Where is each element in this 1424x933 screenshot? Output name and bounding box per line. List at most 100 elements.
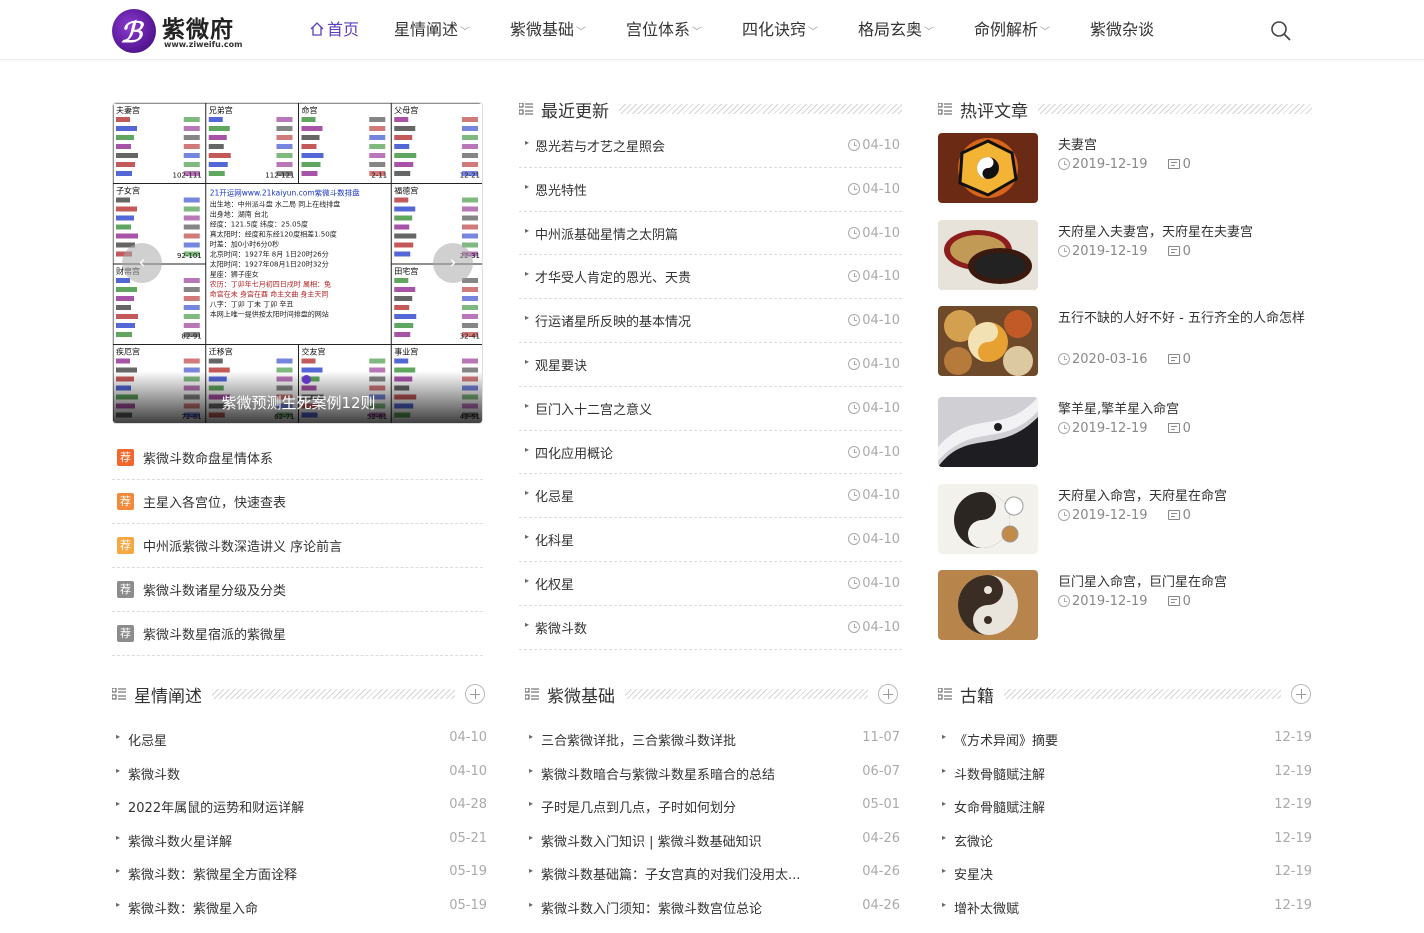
hot-article-item[interactable]: 天府星入命宫，天府星在命宫 2019-12-19 0 (938, 484, 1312, 556)
slider-prev-button[interactable]: ‹ (122, 243, 162, 283)
column-item-title[interactable]: 三合紫微详批，三合紫微斗数详批 (541, 730, 736, 749)
latest-item[interactable]: ▸ 巨门入十二宫之意义 04-10 (519, 387, 902, 431)
column-list-item[interactable]: ▸ 女命骨髓赋注解 12-19 (938, 789, 1312, 823)
latest-title[interactable]: 化科星 (535, 530, 574, 549)
latest-item[interactable]: ▸ 才华受人肯定的恩光、天贵 04-10 (519, 255, 902, 300)
article-thumbnail[interactable] (938, 306, 1038, 376)
column-list-item[interactable]: ▸ 增补太微赋 12-19 (938, 890, 1312, 924)
column-list-item[interactable]: ▸ 紫微斗数 04-10 (112, 756, 487, 790)
more-plus-icon[interactable] (878, 684, 898, 704)
hot-article-title[interactable]: 巨门星入命宫，巨门星在命宫 (1058, 572, 1313, 594)
search-icon[interactable] (1270, 20, 1292, 42)
latest-item[interactable]: ▸ 观星要诀 04-10 (519, 343, 902, 387)
slider-pagination-dot[interactable] (302, 375, 311, 384)
hot-article-title[interactable]: 五行不缺的人好不好 - 五行齐全的人命怎样 (1058, 308, 1313, 330)
nav-item[interactable]: 紫微基础 ﹀ (510, 0, 626, 60)
recommended-title[interactable]: 中州派紫微斗数深造讲义 序论前言 (143, 536, 342, 555)
recommended-item[interactable]: 荐紫微斗数命盘星情体系 (112, 436, 483, 480)
hot-article-title[interactable]: 擎羊星,擎羊星入命宫 (1058, 399, 1313, 421)
latest-item[interactable]: ▸ 恩光特性 04-10 (519, 168, 902, 212)
column-item-title[interactable]: 紫微斗数入门须知：紫微斗数宫位总论 (541, 898, 762, 917)
nav-item[interactable]: 格局玄奥 ﹀ (858, 0, 974, 60)
recommended-item[interactable]: 荐紫微斗数诸星分级及分类 (112, 568, 483, 612)
hot-article-title[interactable]: 天府星入夫妻宫，天府星在夫妻宫 (1058, 222, 1313, 244)
column-item-title[interactable]: 紫微斗数暗合与紫微斗数星系暗合的总结 (541, 764, 775, 783)
latest-title[interactable]: 化权星 (535, 574, 574, 593)
latest-item[interactable]: ▸ 化忌星 04-10 (519, 474, 902, 519)
latest-title[interactable]: 行运诸星所反映的基本情况 (535, 311, 691, 330)
featured-slider[interactable]: 夫妻宫 102-111 兄弟宫 112-121 命宫 2-11 父母宫 12-21 子女宫 92-… (112, 102, 483, 424)
column-list-item[interactable]: ▸ 紫微斗数入门知识 | 紫微斗数基础知识 04-26 (525, 823, 900, 857)
more-plus-icon[interactable] (1291, 684, 1311, 704)
article-thumbnail[interactable] (938, 220, 1038, 290)
recommended-item[interactable]: 荐紫微斗数星宿派的紫微星 (112, 612, 483, 656)
latest-title[interactable]: 紫微斗数 (535, 618, 587, 637)
column-item-title[interactable]: 紫微斗数基础篇：子女宫真的对我们没用太... (541, 864, 800, 883)
column-list-item[interactable]: ▸ 玄微论 12-19 (938, 823, 1312, 857)
site-logo[interactable]: ℬ 紫微府 www.ziweifu.com (112, 6, 252, 54)
column-list-item[interactable]: ▸ 紫微斗数暗合与紫微斗数星系暗合的总结 06-07 (525, 756, 900, 790)
latest-title[interactable]: 恩光特性 (535, 180, 587, 199)
column-item-title[interactable]: 2022年属鼠的运势和财运详解 (128, 797, 304, 816)
column-item-title[interactable]: 女命骨髓赋注解 (954, 797, 1045, 816)
nav-item[interactable]: 首页 (310, 0, 394, 60)
latest-item[interactable]: ▸ 四化应用概论 04-10 (519, 431, 902, 475)
nav-item[interactable]: 四化诀窍 ﹀ (742, 0, 858, 60)
latest-item[interactable]: ▸ 化科星 04-10 (519, 518, 902, 562)
hot-article-item[interactable]: 五行不缺的人好不好 - 五行齐全的人命怎样 2020-03-16 0 (938, 306, 1312, 378)
article-thumbnail[interactable] (938, 484, 1038, 554)
latest-item[interactable]: ▸ 中州派基础星情之太阴篇 04-10 (519, 212, 902, 256)
column-list-item[interactable]: ▸ 斗数骨髓赋注解 12-19 (938, 756, 1312, 790)
recommended-title[interactable]: 紫微斗数诸星分级及分类 (143, 580, 286, 599)
latest-item[interactable]: ▸ 恩光若与才艺之星照会 04-10 (519, 124, 902, 168)
nav-item[interactable]: 星情阐述 ﹀ (394, 0, 510, 60)
latest-item[interactable]: ▸ 行运诸星所反映的基本情况 04-10 (519, 299, 902, 343)
column-list-item[interactable]: ▸ 紫微斗数：紫微星入命 05-19 (112, 890, 487, 924)
hot-article-item[interactable]: 天府星入夫妻宫，天府星在夫妻宫 2019-12-19 0 (938, 220, 1312, 292)
latest-item[interactable]: ▸ 化权星 04-10 (519, 562, 902, 606)
hot-article-item[interactable]: 巨门星入命宫，巨门星在命宫 2019-12-19 0 (938, 570, 1312, 642)
column-item-title[interactable]: 紫微斗数火星详解 (128, 831, 232, 850)
slider-caption[interactable]: 紫微预测生死案例12则 (113, 392, 482, 413)
latest-title[interactable]: 才华受人肯定的恩光、天贵 (535, 267, 691, 286)
column-list-item[interactable]: ▸ 紫微斗数入门须知：紫微斗数宫位总论 04-26 (525, 890, 900, 924)
column-item-title[interactable]: 子时是几点到几点，子时如何划分 (541, 797, 736, 816)
hot-article-title[interactable]: 夫妻宫 (1058, 135, 1313, 157)
more-plus-icon[interactable] (465, 684, 485, 704)
column-item-title[interactable]: 紫微斗数 (128, 764, 180, 783)
column-list-item[interactable]: ▸ 紫微斗数火星详解 05-21 (112, 823, 487, 857)
column-item-title[interactable]: 玄微论 (954, 831, 993, 850)
article-thumbnail[interactable] (938, 570, 1038, 640)
column-list-item[interactable]: ▸ 三合紫微详批，三合紫微斗数详批 11-07 (525, 722, 900, 756)
latest-title[interactable]: 观星要诀 (535, 355, 587, 374)
column-list-item[interactable]: ▸ 子时是几点到几点，子时如何划分 05-01 (525, 789, 900, 823)
column-list-item[interactable]: ▸ 紫微斗数：紫微星全方面诠释 05-19 (112, 856, 487, 890)
hot-article-item[interactable]: 擎羊星,擎羊星入命宫 2019-12-19 0 (938, 397, 1312, 469)
column-list-item[interactable]: ▸ 化忌星 04-10 (112, 722, 487, 756)
column-item-title[interactable]: 安星决 (954, 864, 993, 883)
column-list-item[interactable]: ▸ 《方术异闻》摘要 12-19 (938, 722, 1312, 756)
hot-article-item[interactable]: 夫妻宫 2019-12-19 0 (938, 133, 1312, 205)
recommended-title[interactable]: 主星入各宫位，快速查表 (143, 492, 286, 511)
column-item-title[interactable]: 紫微斗数：紫微星入命 (128, 898, 258, 917)
recommended-title[interactable]: 紫微斗数命盘星情体系 (143, 448, 273, 467)
column-item-title[interactable]: 增补太微赋 (954, 898, 1019, 917)
recommended-item[interactable]: 荐中州派紫微斗数深造讲义 序论前言 (112, 524, 483, 568)
latest-title[interactable]: 四化应用概论 (535, 443, 613, 462)
column-list-item[interactable]: ▸ 紫微斗数基础篇：子女宫真的对我们没用太... 04-26 (525, 856, 900, 890)
article-thumbnail[interactable] (938, 397, 1038, 467)
column-list-item[interactable]: ▸ 2022年属鼠的运势和财运详解 04-28 (112, 789, 487, 823)
hot-article-title[interactable]: 天府星入命宫，天府星在命宫 (1058, 486, 1313, 508)
column-item-title[interactable]: 紫微斗数：紫微星全方面诠释 (128, 864, 297, 883)
nav-item[interactable]: 紫微杂谈 (1090, 0, 1170, 60)
latest-title[interactable]: 化忌星 (535, 486, 574, 505)
slider-next-button[interactable]: › (433, 243, 473, 283)
article-thumbnail[interactable] (938, 133, 1038, 203)
recommended-title[interactable]: 紫微斗数星宿派的紫微星 (143, 624, 286, 643)
latest-item[interactable]: ▸ 紫微斗数 04-10 (519, 606, 902, 650)
column-list-item[interactable]: ▸ 安星决 12-19 (938, 856, 1312, 890)
column-item-title[interactable]: 斗数骨髓赋注解 (954, 764, 1045, 783)
column-item-title[interactable]: 化忌星 (128, 730, 167, 749)
column-item-title[interactable]: 紫微斗数入门知识 | 紫微斗数基础知识 (541, 831, 762, 850)
nav-item[interactable]: 命例解析 ﹀ (974, 0, 1090, 60)
